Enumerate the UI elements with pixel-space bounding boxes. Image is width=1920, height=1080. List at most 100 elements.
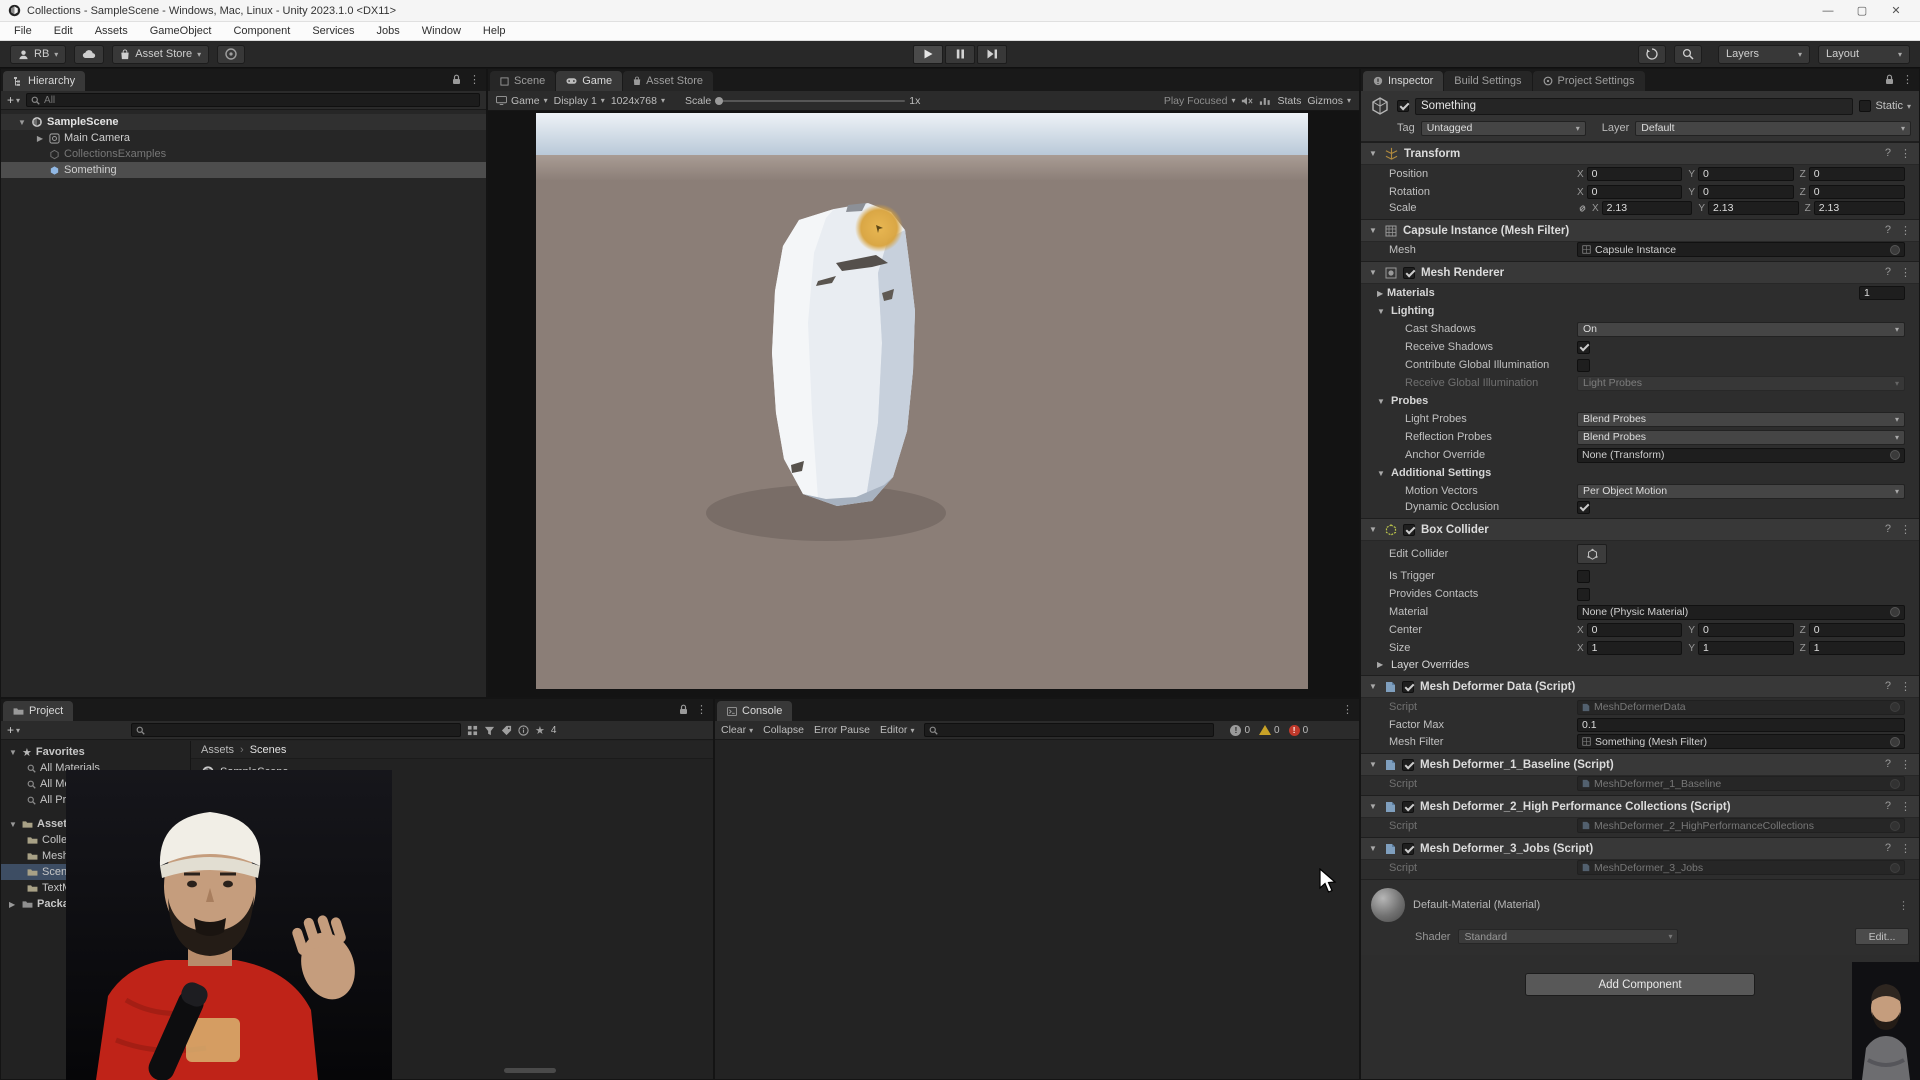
hierarchy-search-input[interactable] (44, 95, 475, 106)
error-counter[interactable]: !0 (1289, 725, 1309, 736)
foldout-icon[interactable]: ▼ (1369, 802, 1379, 811)
object-picker-icon[interactable] (1890, 245, 1900, 255)
foldout-icon[interactable]: ▼ (1377, 469, 1387, 478)
position-x-field[interactable]: 0 (1587, 167, 1683, 181)
script-object-field[interactable]: MeshDeformerData (1577, 700, 1905, 715)
menu-gameobject[interactable]: GameObject (150, 25, 212, 37)
foldout-icon[interactable]: ▼ (1369, 226, 1379, 235)
provides-contacts-checkbox[interactable] (1577, 588, 1590, 601)
script-object-field[interactable]: MeshDeformer_3_Jobs (1577, 860, 1905, 875)
hierarchy-searchbox[interactable] (26, 93, 480, 107)
foldout-icon[interactable]: ▼ (1377, 397, 1387, 406)
physic-material-field[interactable]: None (Physic Material) (1577, 605, 1905, 620)
tab-project-settings[interactable]: Project Settings (1533, 71, 1645, 91)
active-checkbox[interactable] (1397, 100, 1409, 112)
foldout-icon[interactable]: ▶ (1377, 289, 1387, 298)
contribute-gi-checkbox[interactable] (1577, 359, 1590, 372)
breadcrumb-assets[interactable]: Assets (201, 744, 234, 756)
materials-foldout-row[interactable]: ▶ Materials 1 (1361, 284, 1919, 302)
console-log-area[interactable] (715, 741, 1359, 1079)
menu-edit[interactable]: Edit (54, 25, 73, 37)
tab-project[interactable]: Project (3, 701, 73, 721)
add-component-button[interactable]: Add Component (1525, 973, 1755, 996)
probes-foldout[interactable]: ▼ Probes (1361, 392, 1919, 410)
position-y-field[interactable]: 0 (1698, 167, 1794, 181)
script-object-field[interactable]: MeshDeformer_2_HighPerformanceCollection… (1577, 818, 1905, 833)
center-z-field[interactable]: 0 (1809, 623, 1905, 637)
shader-dropdown[interactable]: Standard ▾ (1458, 929, 1678, 944)
box-collider-header[interactable]: ▼ Box Collider ?⋮ (1361, 519, 1919, 541)
project-menu-icon[interactable]: ⋮ (696, 703, 707, 716)
mesh-deformer-3-header[interactable]: ▼ Mesh Deformer_3_Jobs (Script) ?⋮ (1361, 838, 1919, 860)
object-picker-icon[interactable] (1890, 779, 1900, 789)
tag-dropdown[interactable]: Untagged ▾ (1421, 121, 1586, 136)
foldout-icon[interactable]: ▶ (35, 134, 45, 143)
static-checkbox[interactable] (1859, 100, 1871, 112)
kebab-icon[interactable]: ⋮ (1900, 800, 1911, 813)
kebab-icon[interactable]: ⋮ (1900, 680, 1911, 693)
scale-z-field[interactable]: 2.13 (1814, 201, 1905, 215)
help-icon[interactable]: ? (1885, 266, 1891, 279)
scale-x-field[interactable]: 2.13 (1602, 201, 1693, 215)
gameobject-cube-icon[interactable] (1369, 95, 1391, 117)
save-search-star-icon[interactable]: ★ (535, 724, 545, 737)
box-collider-enabled-checkbox[interactable] (1403, 524, 1415, 536)
center-x-field[interactable]: 0 (1587, 623, 1683, 637)
step-button[interactable] (977, 45, 1007, 64)
help-icon[interactable]: ? (1885, 680, 1891, 693)
foldout-icon[interactable]: ▶ (9, 900, 18, 909)
menu-component[interactable]: Component (233, 25, 290, 37)
script-enabled-checkbox[interactable] (1402, 681, 1414, 693)
game-view-menu[interactable]: Game ▾ (496, 95, 548, 107)
help-icon[interactable]: ? (1885, 800, 1891, 813)
console-error-pause-button[interactable]: Error Pause (814, 724, 870, 736)
foldout-icon[interactable]: ▼ (1377, 307, 1387, 316)
foldout-icon[interactable]: ▼ (1369, 760, 1379, 769)
foldout-icon[interactable]: ▼ (1369, 525, 1379, 534)
receive-gi-dropdown[interactable]: Light Probes ▾ (1577, 376, 1905, 391)
script-enabled-checkbox[interactable] (1402, 801, 1414, 813)
mesh-deformer-1-header[interactable]: ▼ Mesh Deformer_1_Baseline (Script) ?⋮ (1361, 754, 1919, 776)
rotation-z-field[interactable]: 0 (1809, 185, 1905, 199)
search-by-label-icon[interactable] (501, 725, 512, 736)
menu-window[interactable]: Window (422, 25, 461, 37)
layout-dropdown[interactable]: Layout ▾ (1818, 45, 1910, 64)
tab-game[interactable]: Game (556, 71, 622, 91)
console-clear-button[interactable]: Clear ▾ (721, 724, 753, 736)
additional-settings-foldout[interactable]: ▼ Additional Settings (1361, 464, 1919, 482)
play-focused-dropdown[interactable]: Play Focused ▾ (1164, 95, 1236, 107)
mesh-filter-ref-field[interactable]: Something (Mesh Filter) (1577, 734, 1905, 749)
tab-hierarchy[interactable]: Hierarchy (3, 71, 85, 91)
mesh-filter-header[interactable]: ▼ Capsule Instance (Mesh Filter) ?⋮ (1361, 220, 1919, 242)
resolution-dropdown[interactable]: 1024x768 ▾ (611, 95, 665, 107)
services-button[interactable] (217, 45, 245, 64)
game-frame[interactable] (536, 113, 1308, 689)
pause-button[interactable] (945, 45, 975, 64)
breadcrumb-scenes[interactable]: Scenes (250, 744, 287, 756)
close-button[interactable]: ✕ (1890, 5, 1902, 17)
mesh-deformer-data-header[interactable]: ▼ Mesh Deformer Data (Script) ?⋮ (1361, 676, 1919, 698)
inspector-menu-icon[interactable]: ⋮ (1902, 73, 1913, 86)
mesh-renderer-enabled-checkbox[interactable] (1403, 267, 1415, 279)
console-search-input[interactable] (942, 725, 1209, 736)
account-button[interactable]: RB ▾ (10, 45, 66, 64)
foldout-icon[interactable]: ▶ (1377, 660, 1387, 669)
play-button[interactable] (913, 45, 943, 64)
cast-shadows-dropdown[interactable]: On ▾ (1577, 322, 1905, 337)
foldout-icon[interactable]: ▼ (1369, 844, 1379, 853)
scale-slider[interactable] (715, 100, 905, 102)
kebab-icon[interactable]: ⋮ (1900, 147, 1911, 160)
edit-collider-button[interactable] (1577, 544, 1607, 564)
search-button[interactable] (1674, 45, 1702, 64)
help-icon[interactable]: ? (1885, 842, 1891, 855)
layer-overrides-foldout[interactable]: ▶ Layer Overrides (1361, 657, 1919, 675)
mesh-deformer-2-header[interactable]: ▼ Mesh Deformer_2_High Performance Colle… (1361, 796, 1919, 818)
foldout-icon[interactable]: ▼ (1369, 682, 1379, 691)
dynamic-occlusion-checkbox[interactable] (1577, 501, 1590, 514)
tab-console[interactable]: Console (717, 701, 792, 721)
menu-file[interactable]: File (14, 25, 32, 37)
lock-icon[interactable] (679, 704, 688, 715)
metrics-icon[interactable] (1259, 96, 1271, 106)
foldout-icon[interactable]: ▼ (1369, 149, 1379, 158)
size-y-field[interactable]: 1 (1698, 641, 1794, 655)
